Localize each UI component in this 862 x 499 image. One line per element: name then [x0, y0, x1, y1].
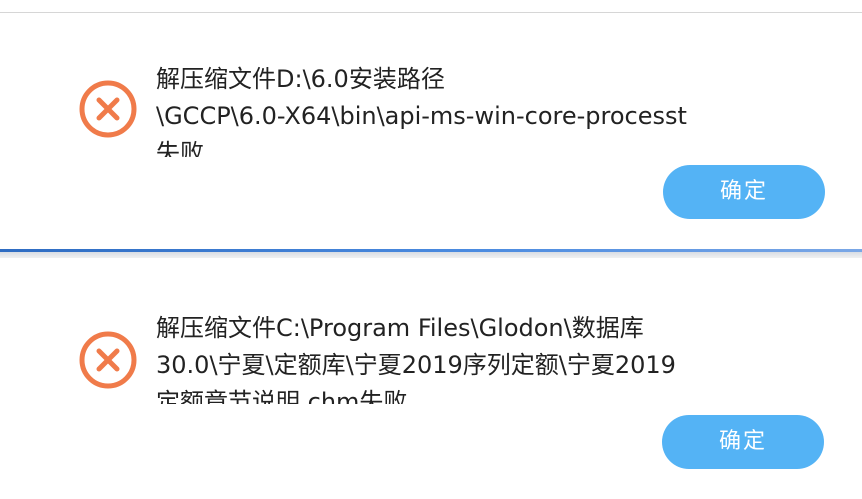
message-line: 解压缩文件C:\Program Files\Glodon\数据库: [156, 314, 644, 342]
error-icon: [79, 331, 137, 389]
message-line: 失败: [156, 139, 204, 157]
error-icon: [79, 80, 137, 138]
error-message: 解压缩文件D:\6.0安装路径 \GCCP\6.0-X64\bin\api-ms…: [156, 61, 756, 157]
ok-button[interactable]: 确定: [663, 165, 825, 219]
error-dialog-2: 解压缩文件C:\Program Files\Glodon\数据库 30.0\宁夏…: [0, 258, 862, 499]
message-line: 解压缩文件D:\6.0安装路径: [156, 65, 445, 93]
error-message: 解压缩文件C:\Program Files\Glodon\数据库 30.0\宁夏…: [156, 310, 756, 404]
error-dialog-1: 解压缩文件D:\6.0安装路径 \GCCP\6.0-X64\bin\api-ms…: [0, 12, 862, 251]
message-line: 30.0\宁夏\定额库\宁夏2019序列定额\宁夏2019: [156, 351, 676, 379]
message-line: \GCCP\6.0-X64\bin\api-ms-win-core-proces…: [156, 102, 687, 130]
ok-button[interactable]: 确定: [662, 415, 824, 469]
message-line: 定额章节说明.chm失败: [156, 388, 408, 404]
